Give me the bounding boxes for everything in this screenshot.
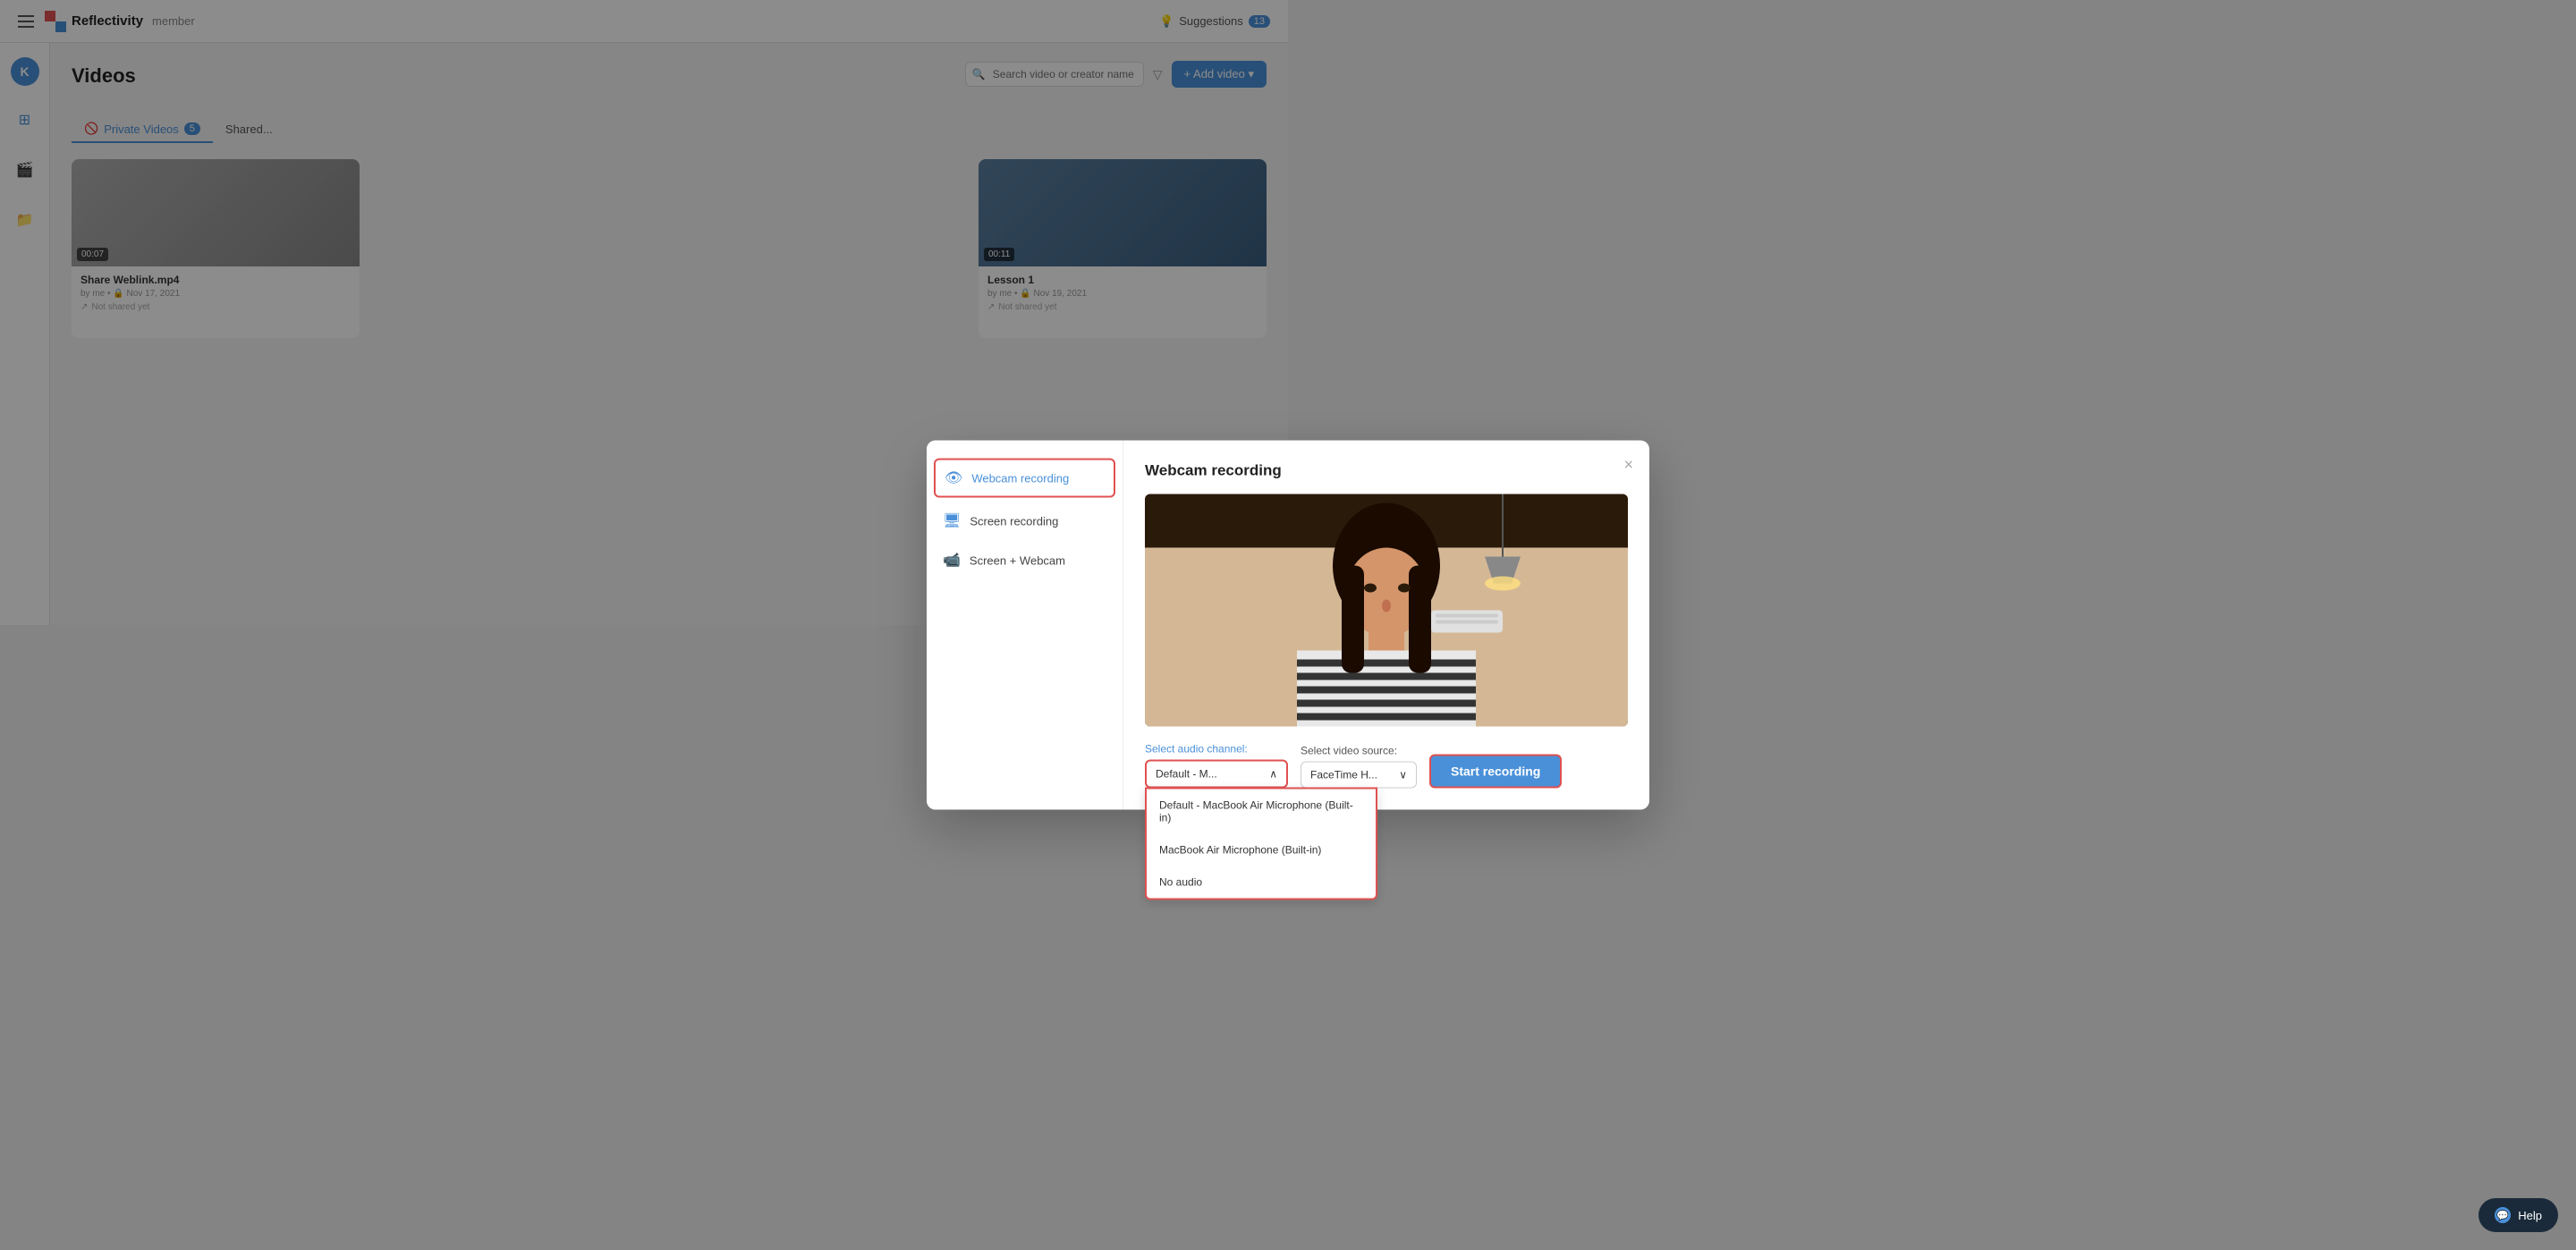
option-screen-webcam-label: Screen + Webcam xyxy=(970,553,1065,567)
modal-right-panel: Webcam recording × xyxy=(1123,441,1649,810)
chevron-down-icon: ∧ xyxy=(1269,768,1277,781)
option-screen-label: Screen recording xyxy=(970,514,1058,528)
controls-row: Select audio channel: Default - M... ∧ D… xyxy=(1145,743,1628,789)
help-icon: 💬 xyxy=(2495,1207,2511,1223)
modal-close-button[interactable]: × xyxy=(1623,457,1633,473)
video-value: FaceTime H... xyxy=(1310,769,1377,781)
chevron-down-icon-2: ∨ xyxy=(1399,769,1407,781)
option-screen-webcam[interactable]: 📹 Screen + Webcam xyxy=(927,541,1123,580)
option-webcam-label: Webcam recording xyxy=(971,471,1069,485)
audio-dropdown-menu: Default - MacBook Air Microphone (Built-… xyxy=(1145,788,1377,900)
screen-webcam-option-icon: 📹 xyxy=(943,552,961,570)
dropdown-item-0[interactable]: Default - MacBook Air Microphone (Built-… xyxy=(1147,790,1376,834)
dropdown-item-1[interactable]: MacBook Air Microphone (Built-in) xyxy=(1147,834,1376,866)
modal-title: Webcam recording xyxy=(1145,462,1628,480)
dropdown-item-2[interactable]: No audio xyxy=(1147,866,1376,899)
audio-control-group: Select audio channel: Default - M... ∧ D… xyxy=(1145,743,1288,789)
video-control-group: Select video source: FaceTime H... ∨ xyxy=(1301,745,1417,789)
person-svg xyxy=(1145,494,1628,727)
start-recording-button[interactable]: Start recording xyxy=(1429,755,1562,789)
webcam-feed xyxy=(1145,494,1628,727)
audio-label: Select audio channel: xyxy=(1145,743,1288,756)
screen-option-icon: 🖥 xyxy=(943,512,961,530)
video-dropdown[interactable]: FaceTime H... ∨ xyxy=(1301,762,1417,789)
modal-left-panel: 👁 Webcam recording 🖥 Screen recording 📹 … xyxy=(927,441,1123,810)
webcam-preview xyxy=(1145,494,1628,727)
webcam-option-icon: 👁 xyxy=(945,469,962,487)
option-screen[interactable]: 🖥 Screen recording xyxy=(927,502,1123,541)
audio-value: Default - M... xyxy=(1156,768,1217,781)
option-webcam[interactable]: 👁 Webcam recording xyxy=(934,459,1115,498)
recording-modal: 👁 Webcam recording 🖥 Screen recording 📹 … xyxy=(927,441,1649,810)
audio-dropdown[interactable]: Default - M... ∧ xyxy=(1145,760,1288,789)
help-button[interactable]: 💬 Help xyxy=(2479,1198,2558,1232)
help-label: Help xyxy=(2518,1209,2542,1222)
video-label: Select video source: xyxy=(1301,745,1417,757)
